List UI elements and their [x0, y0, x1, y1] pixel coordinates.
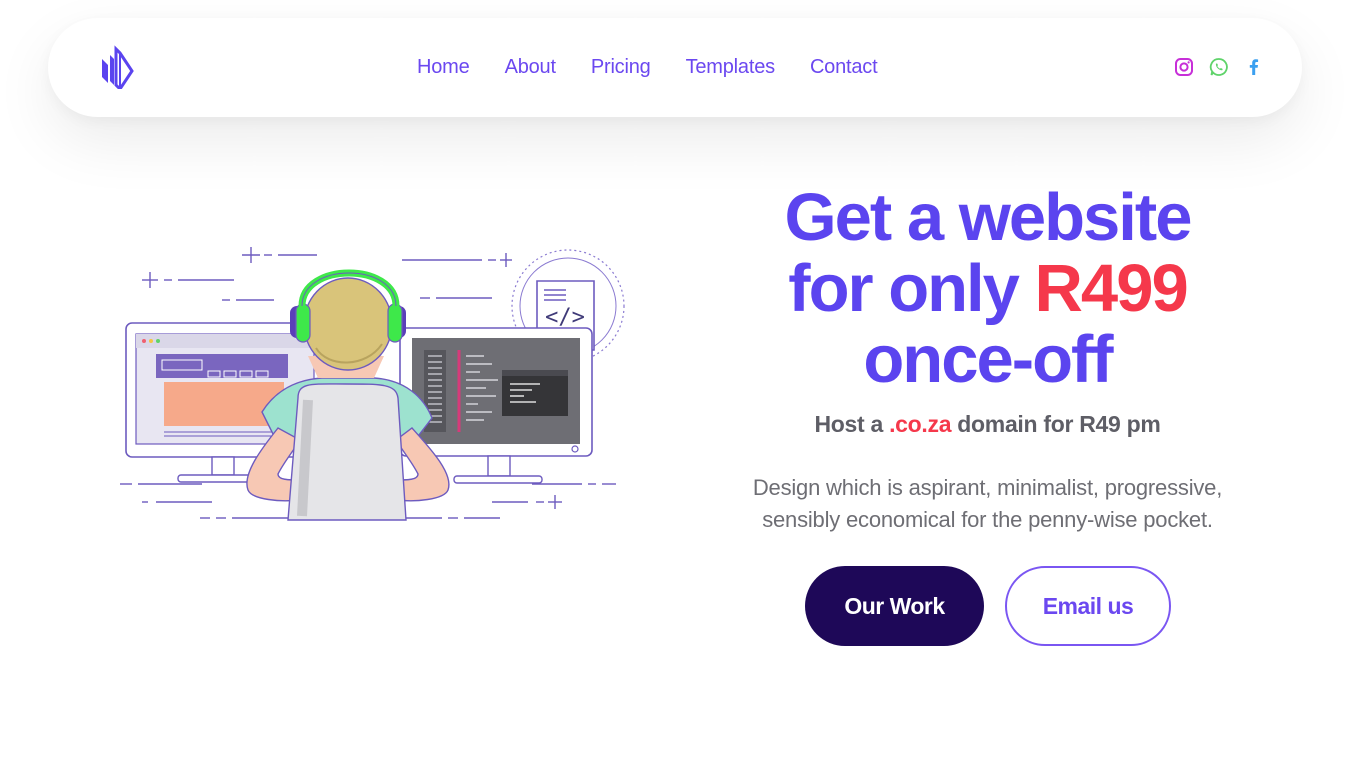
hosting-suffix: domain for R49 pm	[951, 411, 1161, 437]
main-nav: Home About Pricing Templates Contact	[417, 54, 878, 80]
person-icon	[246, 269, 450, 521]
hero-price: R499	[1034, 251, 1189, 326]
hero-title-line2: for only	[788, 251, 1035, 326]
domain-extension: .co.za	[889, 411, 952, 437]
brand-logo-icon[interactable]	[98, 45, 140, 89]
hero-section: Get a website for only R499 once-off Hos…	[700, 182, 1275, 536]
social-links	[1174, 57, 1264, 77]
our-work-button[interactable]: Our Work	[805, 566, 984, 646]
nav-pricing[interactable]: Pricing	[591, 54, 651, 80]
facebook-icon[interactable]	[1244, 57, 1264, 77]
hosting-prefix: Host a	[814, 411, 890, 437]
nav-contact[interactable]: Contact	[810, 54, 878, 80]
hosting-subheading: Host a .co.za domain for R49 pm	[700, 411, 1275, 438]
hero-description-line1: Design which is aspirant, minimalist, pr…	[752, 475, 1223, 500]
email-us-button[interactable]: Email us	[1005, 566, 1171, 646]
hero-title-line1: Get a website	[784, 180, 1193, 255]
hero-buttons: Our Work Email us	[805, 566, 1171, 646]
developer-illustration: </>	[120, 247, 625, 521]
hero-description: Design which is aspirant, minimalist, pr…	[700, 472, 1275, 536]
nav-home[interactable]: Home	[417, 54, 470, 80]
nav-about[interactable]: About	[505, 54, 556, 80]
svg-text:</>: </>	[545, 305, 585, 330]
navbar: Home About Pricing Templates Contact	[48, 18, 1302, 117]
hero-title: Get a website for only R499 once-off	[700, 182, 1275, 395]
hero-description-line2: sensibly economical for the penny-wise p…	[762, 507, 1213, 532]
instagram-icon[interactable]	[1174, 57, 1194, 77]
hero-title-line3: once-off	[863, 322, 1113, 397]
whatsapp-icon[interactable]	[1209, 57, 1229, 77]
nav-templates[interactable]: Templates	[686, 54, 776, 80]
